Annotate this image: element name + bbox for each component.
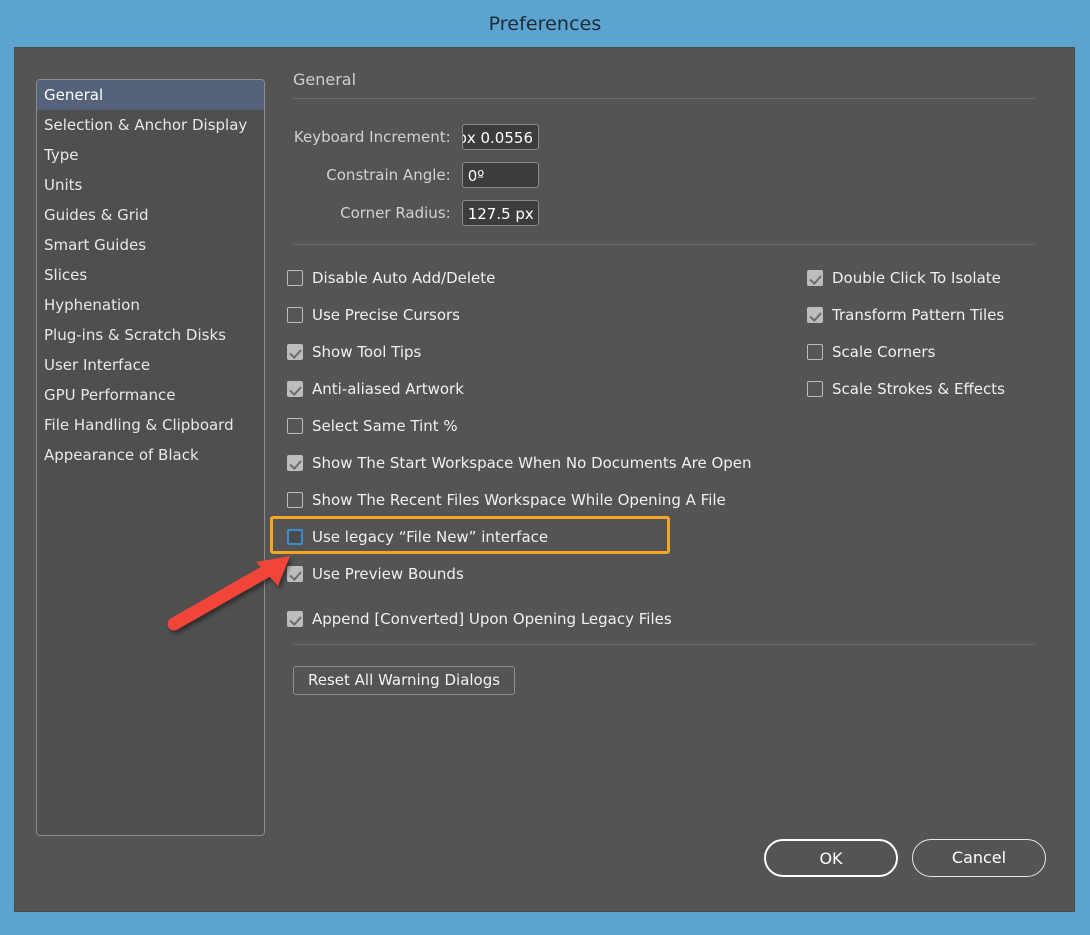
checkbox-icon[interactable]	[807, 380, 823, 397]
reset-button-wrap: Reset All Warning Dialogs	[279, 666, 1049, 695]
ok-button[interactable]: OK	[764, 839, 898, 877]
sidebar-item-label: Guides & Grid	[44, 206, 149, 224]
sidebar-item-label: Units	[44, 176, 83, 194]
checkbox-row[interactable]: Disable Auto Add/Delete	[287, 259, 887, 296]
checkbox-row[interactable]: Show The Recent Files Workspace While Op…	[287, 481, 887, 518]
reset-all-warning-dialogs-button[interactable]: Reset All Warning Dialogs	[293, 666, 516, 695]
checkbox-icon[interactable]	[287, 343, 303, 360]
checkbox-label: Show The Recent Files Workspace While Op…	[312, 490, 726, 509]
checkbox-row[interactable]: Double Click To Isolate	[807, 259, 1047, 296]
divider-top	[293, 98, 1035, 99]
field-input[interactable]: 127.5 px	[461, 200, 539, 226]
checkbox-row[interactable]: Scale Corners	[807, 333, 1047, 370]
checkbox-row[interactable]: Use Preview Bounds	[287, 555, 887, 592]
field-input[interactable]: 0.0556 px	[461, 124, 539, 150]
field-label: Corner Radius:	[340, 204, 451, 222]
sidebar-item-label: Slices	[44, 266, 88, 284]
preferences-window: Preferences General Selection & Anchor Di…	[0, 0, 1090, 935]
checkbox-icon[interactable]	[287, 491, 303, 508]
sidebar-item-label: General	[44, 86, 104, 104]
field-label: Constrain Angle:	[326, 166, 451, 184]
sidebar-item-label: Plug-ins & Scratch Disks	[44, 326, 226, 344]
sidebar-item-label: User Interface	[44, 356, 151, 374]
checkbox-row[interactable]: Append [Converted] Upon Opening Legacy F…	[287, 600, 887, 637]
checkbox-column-left: Disable Auto Add/Delete Use Precise Curso…	[287, 259, 887, 637]
checkbox-icon[interactable]	[287, 417, 303, 434]
checkbox-icon[interactable]	[287, 610, 303, 627]
checkbox-label: Use legacy “File New” interface	[312, 527, 549, 546]
divider-middle	[293, 244, 1035, 245]
checkbox-row[interactable]: Transform Pattern Tiles	[807, 296, 1047, 333]
sidebar-item-gpu-performance[interactable]: GPU Performance	[37, 380, 264, 410]
field-input[interactable]: 0º	[461, 162, 539, 188]
checkbox-row[interactable]: Use Precise Cursors	[287, 296, 887, 333]
checkbox-icon[interactable]	[287, 528, 303, 545]
checkbox-row[interactable]: Select Same Tint %	[287, 407, 887, 444]
sidebar-item-file-handling-clipboard[interactable]: File Handling & Clipboard	[37, 410, 264, 440]
sidebar-item-hyphenation[interactable]: Hyphenation	[37, 290, 264, 320]
checkbox-column-right: Double Click To Isolate Transform Pattern…	[807, 259, 1047, 407]
category-list[interactable]: General Selection & Anchor Display Type Uni…	[36, 79, 265, 836]
checkbox-row[interactable]: Anti-aliased Artwork	[287, 370, 887, 407]
checkbox-label: Scale Corners	[832, 342, 936, 361]
checkbox-label: Transform Pattern Tiles	[832, 305, 1005, 324]
checkbox-row[interactable]: Use legacy “File New” interface	[287, 518, 887, 555]
window-title: Preferences	[488, 12, 602, 35]
checkbox-row[interactable]: Scale Strokes & Effects	[807, 370, 1047, 407]
sidebar-item-guides-grid[interactable]: Guides & Grid	[37, 200, 264, 230]
checkbox-icon[interactable]	[807, 306, 823, 323]
checkbox-label: Scale Strokes & Effects	[832, 379, 1005, 398]
checkbox-label: Select Same Tint %	[312, 416, 458, 435]
checkbox-icon[interactable]	[287, 565, 303, 582]
checkbox-row[interactable]: Show Tool Tips	[287, 333, 887, 370]
checkbox-icon[interactable]	[287, 380, 303, 397]
checkbox-label: Show The Start Workspace When No Documen…	[312, 453, 752, 472]
sidebar-item-selection-anchor-display[interactable]: Selection & Anchor Display	[37, 110, 264, 140]
checkbox-label: Disable Auto Add/Delete	[312, 268, 496, 287]
numeric-fields: Keyboard Increment: 0.0556 px Constrain An…	[279, 118, 1049, 232]
sidebar-item-smart-guides[interactable]: Smart Guides	[37, 230, 264, 260]
field-row: Keyboard Increment: 0.0556 px	[279, 118, 539, 156]
cancel-button[interactable]: Cancel	[912, 839, 1046, 877]
sidebar-item-plug-ins-scratch-disks[interactable]: Plug-ins & Scratch Disks	[37, 320, 264, 350]
sidebar-item-user-interface[interactable]: User Interface	[37, 350, 264, 380]
checkbox-label: Use Precise Cursors	[312, 305, 460, 324]
settings-panel: General Keyboard Increment: 0.0556 px Cons…	[270, 70, 1049, 840]
dialog-footer: OK Cancel	[764, 839, 1046, 877]
sidebar-item-type[interactable]: Type	[37, 140, 264, 170]
checkbox-area: Disable Auto Add/Delete Use Precise Curso…	[270, 259, 1049, 644]
checkbox-label: Append [Converted] Upon Opening Legacy F…	[312, 609, 672, 628]
sidebar-item-label: File Handling & Clipboard	[44, 416, 234, 434]
field-row: Constrain Angle: 0º	[279, 156, 539, 194]
checkbox-icon[interactable]	[287, 306, 303, 323]
sidebar-item-label: GPU Performance	[44, 386, 176, 404]
sidebar-item-appearance-of-black[interactable]: Appearance of Black	[37, 440, 264, 470]
checkbox-icon[interactable]	[807, 343, 823, 360]
sidebar-item-label: Hyphenation	[44, 296, 140, 314]
sidebar-item-general[interactable]: General	[37, 80, 264, 110]
checkbox-label: Use Preview Bounds	[312, 564, 464, 583]
sidebar-item-units[interactable]: Units	[37, 170, 264, 200]
checkbox-row[interactable]: Show The Start Workspace When No Documen…	[287, 444, 887, 481]
sidebar-item-label: Appearance of Black	[44, 446, 199, 464]
checkbox-label: Anti-aliased Artwork	[312, 379, 464, 398]
checkbox-label: Double Click To Isolate	[832, 268, 1001, 287]
field-row: Corner Radius: 127.5 px	[279, 194, 539, 232]
checkbox-label: Show Tool Tips	[312, 342, 422, 361]
sidebar-item-label: Type	[44, 146, 79, 164]
field-label: Keyboard Increment:	[293, 128, 451, 146]
checkbox-icon[interactable]	[807, 269, 823, 286]
dialog-body: General Selection & Anchor Display Type Uni…	[14, 47, 1075, 912]
window-title-bar: Preferences	[0, 0, 1090, 47]
sidebar-item-slices[interactable]: Slices	[37, 260, 264, 290]
sidebar-item-label: Selection & Anchor Display	[44, 116, 248, 134]
checkbox-icon[interactable]	[287, 454, 303, 471]
page-title: General	[293, 70, 357, 89]
sidebar-item-label: Smart Guides	[44, 236, 147, 254]
checkbox-icon[interactable]	[287, 269, 303, 286]
divider-bottom	[293, 644, 1035, 645]
